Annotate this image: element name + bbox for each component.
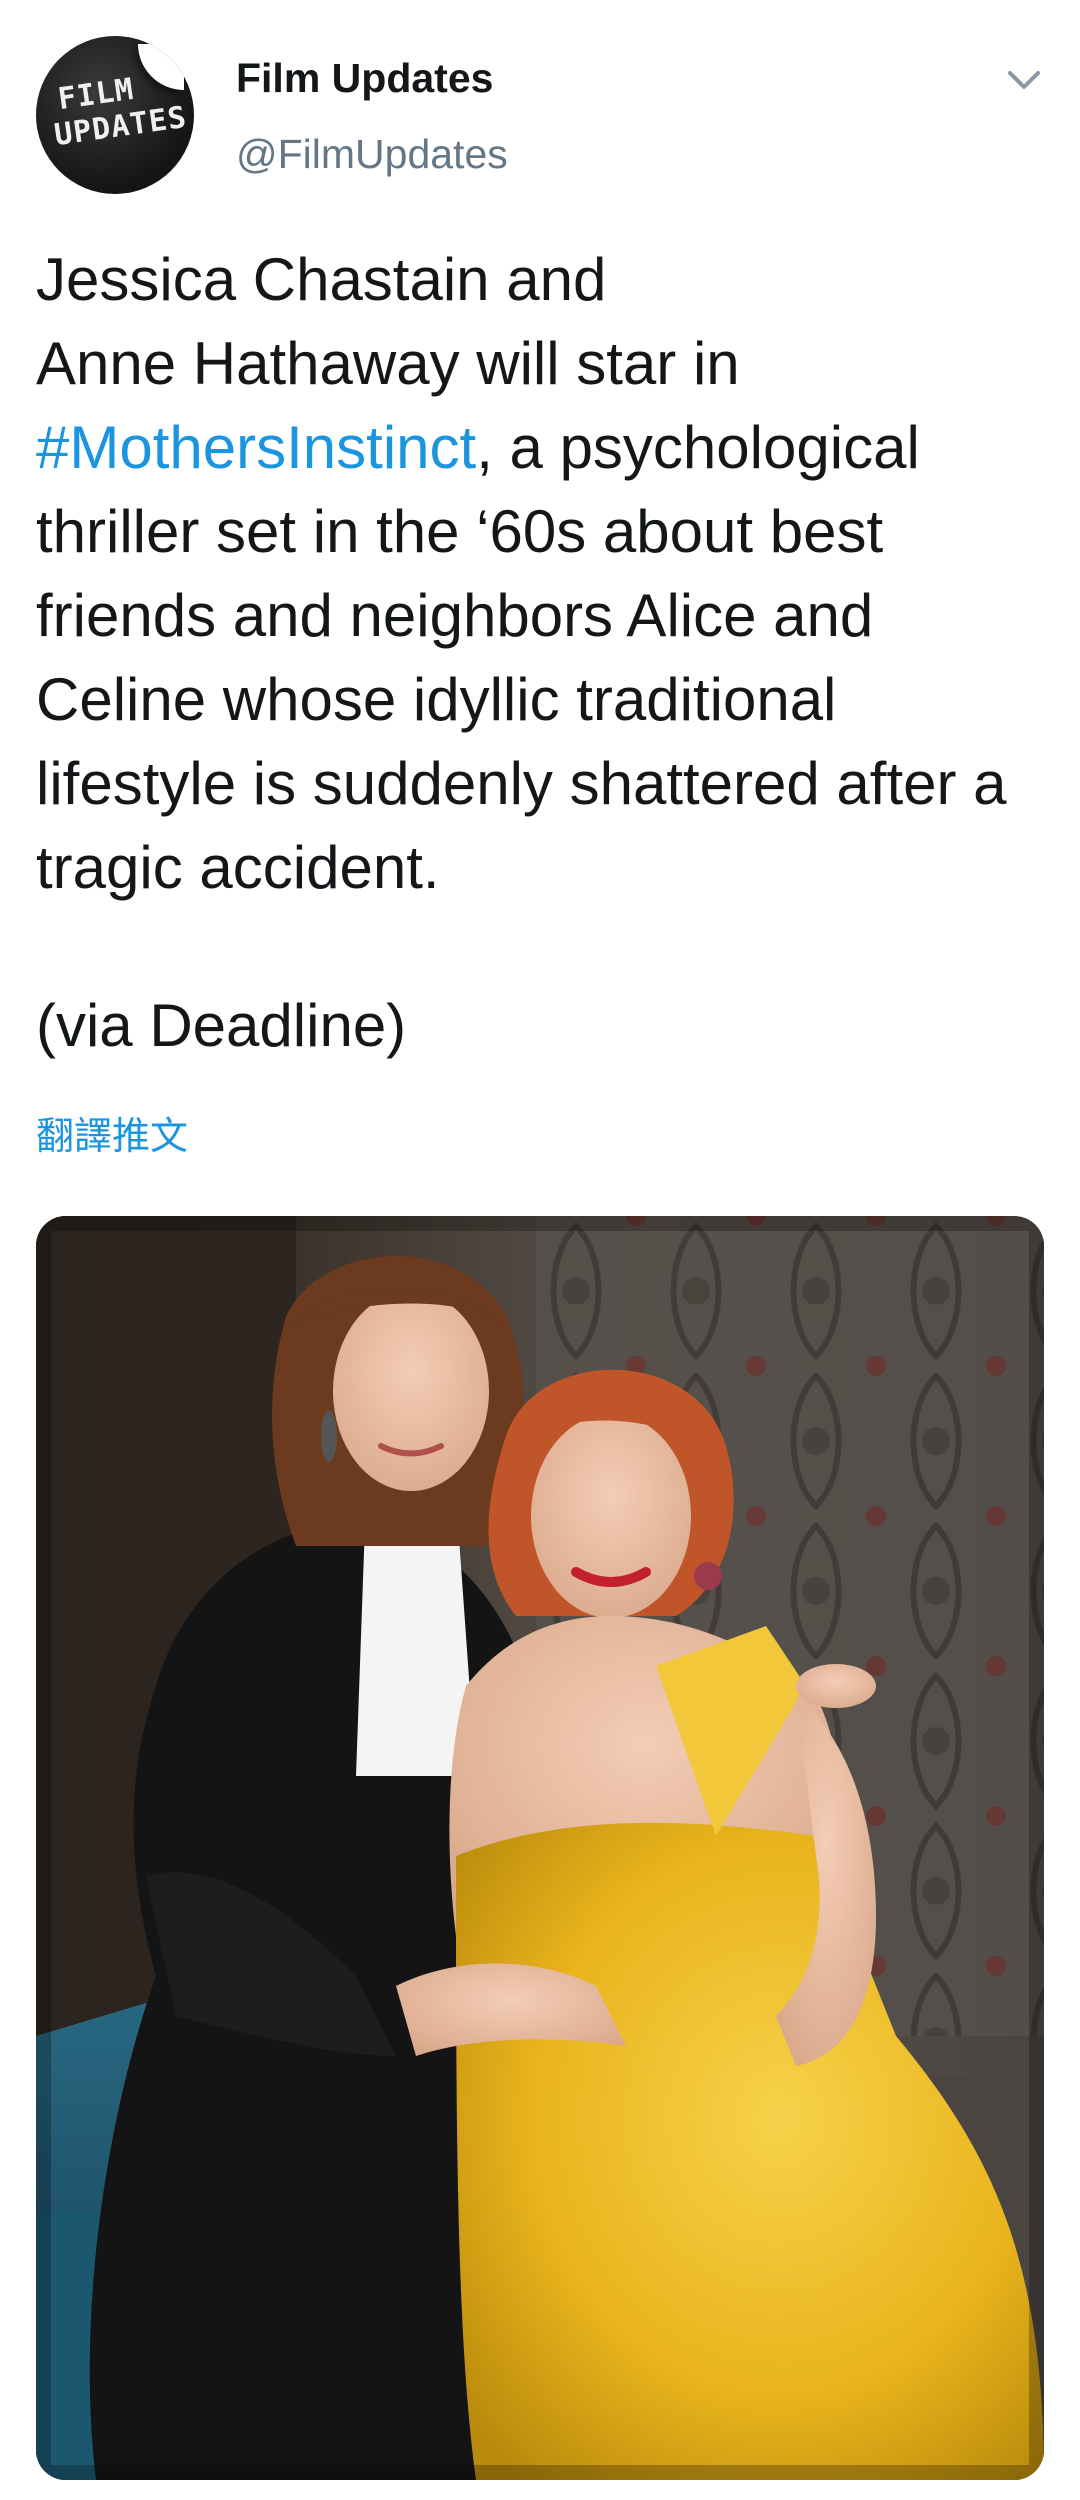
- display-name[interactable]: Film Updates: [236, 54, 493, 103]
- film-updates-logo: FILM UPDATES: [36, 36, 194, 194]
- logo-peel-corner: [138, 44, 184, 90]
- photo-illustration: [36, 1216, 1044, 2480]
- hashtag-link[interactable]: #MothersInstinct: [36, 414, 476, 481]
- user-handle[interactable]: @FilmUpdates: [236, 130, 508, 179]
- tweet-text-part-1: Jessica Chastain and Anne Hathaway will …: [36, 246, 740, 397]
- tweet-text-part-2: , a psychological thriller set in the ‘6…: [36, 414, 1024, 901]
- avatar[interactable]: FILM UPDATES: [36, 36, 194, 194]
- tweet-text: Jessica Chastain and Anne Hathaway will …: [36, 238, 1046, 910]
- chevron-down-icon[interactable]: [1004, 60, 1044, 100]
- tweet: FILM UPDATES Film Updates @FilmUpdates J…: [0, 0, 1080, 2500]
- translate-tweet-link[interactable]: 翻譯推文: [36, 1105, 188, 1160]
- source-note: (via Deadline): [36, 992, 407, 1059]
- tweet-photo[interactable]: [36, 1216, 1044, 2480]
